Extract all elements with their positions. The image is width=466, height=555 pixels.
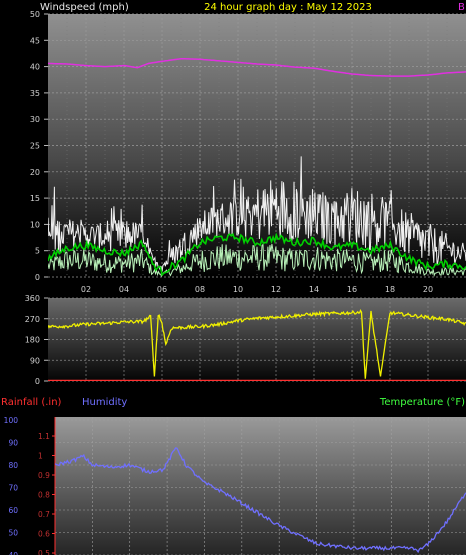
x-tick-label: 14	[309, 285, 319, 294]
y-tick-label: 50	[30, 10, 40, 19]
rainfall-tick-label: 0.8	[38, 491, 50, 500]
y-tick-label: 20	[30, 168, 40, 177]
x-tick-label: 04	[119, 285, 129, 294]
y-tick-label: 35	[30, 89, 40, 98]
y-tick-label: 270	[25, 315, 40, 324]
humidity-tick-label: 80	[8, 461, 18, 470]
x-tick-label: 16	[347, 285, 357, 294]
humidity-plot-area	[55, 417, 466, 555]
weather-graphs: 05101520253035404550 02 04 06 08 10 12 14 16 18 2…	[1, 2, 466, 555]
x-tick-label: 12	[271, 285, 281, 294]
temperature-legend-label: Temperature (°F)	[379, 397, 465, 408]
windspeed-y-axis: 0 5 10 15 20 25 30 35 40 45 50	[30, 10, 48, 282]
humidity-tick-label: 90	[8, 439, 18, 448]
x-tick-label: 20	[423, 285, 433, 294]
y-tick-label: 40	[30, 63, 40, 72]
y-tick-label: 90	[30, 356, 40, 365]
humidity-tick-label: 40	[8, 551, 18, 555]
x-tick-label: 06	[157, 285, 167, 294]
windspeed-x-axis: 02 04 06 08 10 12 14 16 18 20	[81, 285, 433, 294]
x-tick-label: 18	[385, 285, 395, 294]
direction-y-axis: 0 90 180 270 360	[25, 294, 48, 386]
y-tick-label: 0	[35, 273, 40, 282]
y-tick-label: 360	[25, 294, 40, 303]
humidity-axes: 100 90 80 70 60 50 40 1.1 1 0.9 0.8 0.7 0.6 0.5	[4, 416, 56, 555]
rainfall-tick-label: 1	[38, 452, 43, 461]
y-tick-label: 5	[35, 247, 40, 256]
y-tick-label: 30	[30, 115, 40, 124]
y-tick-label: 15	[30, 194, 40, 203]
rainfall-tick-label: 0.9	[38, 471, 50, 480]
rainfall-tick-label: 0.6	[38, 530, 50, 539]
barometer-legend-label: B	[458, 2, 465, 13]
humidity-tick-label: 70	[8, 484, 18, 493]
x-tick-label: 08	[195, 285, 205, 294]
rainfall-tick-label: 0.5	[38, 549, 50, 555]
humidity-legend-label: Humidity	[82, 397, 127, 408]
graph-title: 24 hour graph day : May 12 2023	[204, 2, 372, 13]
windspeed-panel: 0 5 10 15 20 25 30 35 40 45 50 02 04 06 08 10 12 14 16 18 2…	[30, 2, 466, 294]
x-tick-label: 02	[81, 285, 91, 294]
x-tick-label: 10	[233, 285, 243, 294]
y-tick-label: 25	[30, 142, 40, 151]
wind-direction-panel: 0 90 180 270 360	[25, 294, 466, 386]
windspeed-title: Windspeed (mph)	[40, 2, 129, 13]
y-tick-label: 10	[30, 220, 40, 229]
y-tick-label: 0	[35, 377, 40, 386]
rainfall-tick-label: 1.1	[38, 432, 50, 441]
humidity-tick-label: 50	[8, 529, 18, 538]
rainfall-tick-label: 0.7	[38, 510, 50, 519]
y-tick-label: 180	[25, 336, 40, 345]
rainfall-legend-label: Rainfall (.in)	[1, 397, 62, 408]
humidity-tick-label: 100	[4, 416, 19, 425]
y-tick-label: 45	[30, 36, 40, 45]
humidity-tick-label: 60	[8, 506, 18, 515]
humidity-panel: Rainfall (.in) Humidity Temperature (°F)…	[1, 397, 466, 555]
